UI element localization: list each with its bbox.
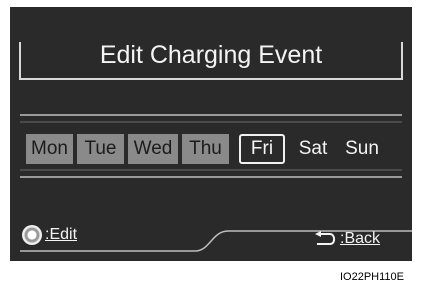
day-wed-button[interactable]: Wed <box>128 134 178 164</box>
edit-control[interactable]: :Edit <box>22 225 77 245</box>
day-thu-button[interactable]: Thu <box>182 134 229 164</box>
charging-event-screen: Edit Charging Event Mon Tue Wed Thu Fri … <box>10 7 412 261</box>
dial-knob-icon <box>22 225 42 245</box>
day-tue-button[interactable]: Tue <box>77 134 124 164</box>
day-selector: Mon Tue Wed Thu Fri Sat Sun <box>26 129 406 169</box>
image-code: IO22PH110E <box>340 271 405 283</box>
page-title: Edit Charging Event <box>99 41 323 69</box>
back-button[interactable]: :Back <box>314 230 380 248</box>
day-fri-button[interactable]: Fri <box>239 134 285 164</box>
day-mon-button[interactable]: Mon <box>26 134 73 164</box>
day-sun-button[interactable]: Sun <box>339 134 385 164</box>
back-label: :Back <box>340 230 381 247</box>
back-arrow-icon <box>315 231 336 245</box>
day-sat-button[interactable]: Sat <box>291 134 335 164</box>
edit-label: :Edit <box>45 226 78 243</box>
